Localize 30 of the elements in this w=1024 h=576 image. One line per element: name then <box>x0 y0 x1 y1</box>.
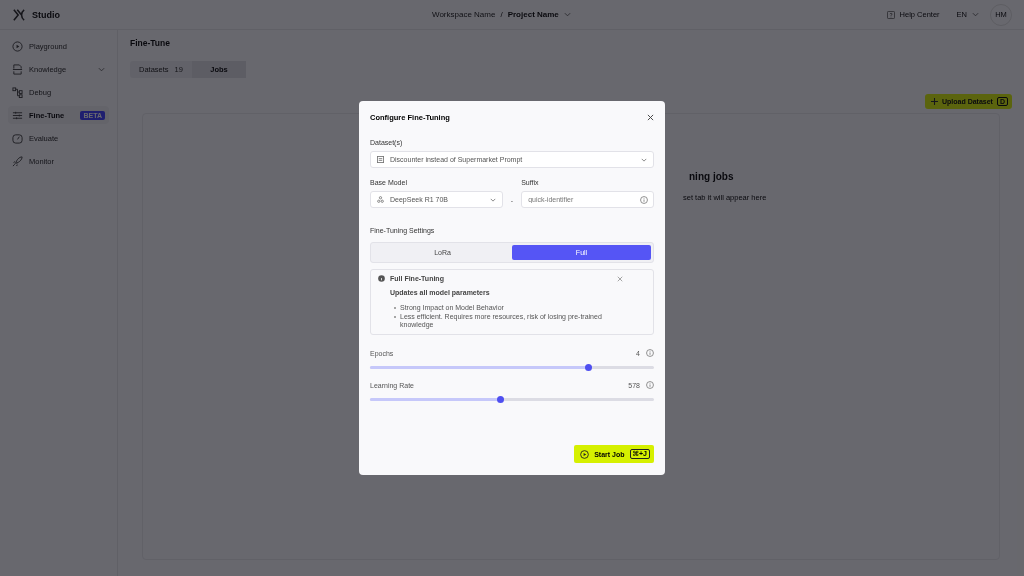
slider-thumb[interactable] <box>585 364 593 371</box>
info-icon <box>646 349 654 357</box>
slider-thumb[interactable] <box>497 396 505 403</box>
play-icon <box>12 40 23 52</box>
chevron-down-icon[interactable] <box>972 12 979 17</box>
info-icon <box>646 381 654 389</box>
chevron-down-icon[interactable] <box>563 12 571 17</box>
info-icon <box>640 195 648 204</box>
play-icon <box>580 449 590 459</box>
table-icon <box>377 156 384 163</box>
gauge-icon <box>12 132 23 144</box>
page-title: Fine-Tune <box>130 38 171 48</box>
workspace-name[interactable]: Workspace Name <box>432 10 496 19</box>
model-icon <box>377 196 384 203</box>
document-icon <box>12 63 23 75</box>
chevron-down-icon <box>489 197 496 202</box>
chevron-down-icon <box>641 157 647 162</box>
plus-icon <box>930 98 938 105</box>
sliders-icon <box>12 109 23 121</box>
close-icon[interactable] <box>647 114 654 121</box>
empty-state-title: ning jobs <box>689 171 735 182</box>
chevron-down-icon[interactable] <box>98 66 105 72</box>
project-name[interactable]: Project Name <box>507 10 559 19</box>
flowchart-icon <box>12 86 23 98</box>
help-icon <box>886 10 895 19</box>
info-icon <box>378 275 385 282</box>
brand-name: Studio <box>32 9 60 20</box>
rocket-icon <box>12 155 23 167</box>
breadcrumb-separator: / <box>500 10 503 19</box>
logo-icon <box>12 8 26 21</box>
